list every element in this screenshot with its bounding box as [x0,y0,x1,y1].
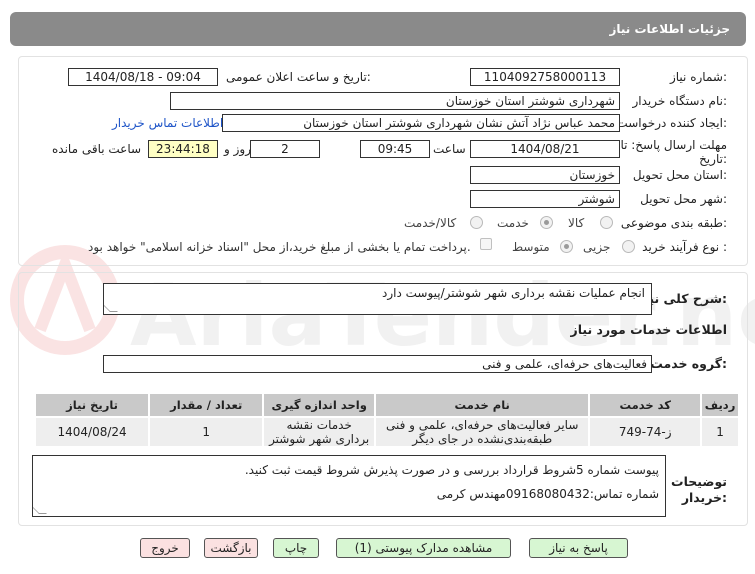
buyer-org-label: نام دستگاه خریدار: [632,94,728,108]
treasury-checkbox[interactable] [480,238,492,250]
province-field: خوزستان [470,166,620,184]
col-row-header: ردیف [700,392,740,418]
table-row: 1 ز-74-749 سایر فعالیت‌های حرفه‌ای، علمی… [33,416,740,448]
deadline-label: مهلت ارسال پاسخ: تا [620,138,727,152]
radio-goods-service-label: کالا/خدمت [404,216,457,230]
buyer-notes-field: پیوست شماره 5شروط قرارداد بررسی و در صور… [32,455,666,517]
remaining-time-field: 23:44:18 [148,140,218,158]
announce-field: 1404/08/18 - 09:04 [68,68,218,86]
services-table: ردیف کد خدمت نام خدمت واحد اندازه گیری ت… [33,392,740,448]
description-field: انجام عملیات نقشه برداری شهر شوشتر/پیوست… [103,283,652,315]
cell-row: 1 [700,416,740,448]
service-group-label: گروه خدمت: [650,356,727,371]
exit-button[interactable]: خروج [140,538,190,558]
view-attachments-button[interactable]: مشاهده مدارک پیوستی (1) [336,538,511,558]
buyer-org-field: شهرداری شوشتر استان خوزستان [170,92,620,110]
time-label: ساعت [433,142,466,156]
buyer-notes-label-2: خریدار: [681,490,727,505]
col-unit-header: واحد اندازه گیری [262,392,377,418]
cell-date: 1404/08/24 [33,416,151,448]
radio-medium[interactable] [560,240,573,253]
radio-goods-label: کالا [568,216,585,230]
province-label: استان محل تحویل: [632,168,727,182]
city-field: شوشتر [470,190,620,208]
col-code-header: کد خدمت [588,392,703,418]
cell-unit: خدمات نقشه برداری شهر شوشتر [262,416,377,448]
radio-minor[interactable] [622,240,635,253]
days-label: روز و [224,142,251,156]
cell-qty: 1 [148,416,265,448]
deadline-date-field: 1404/08/21 [470,140,620,158]
buyer-notes-line1: پیوست شماره 5شروط قرارداد بررسی و در صور… [244,463,659,477]
col-date-header: تاریخ نیاز [33,392,151,418]
page-title: جزئیات اطلاعات نیاز [609,22,730,36]
reply-button[interactable]: پاسخ به نیاز [529,538,628,558]
radio-service[interactable] [540,216,553,229]
process-label: نوع فرآیند خرید : [642,240,727,254]
page-title-bar: جزئیات اطلاعات نیاز [10,12,746,46]
creator-field: محمد عباس نژاد آتش نشان شهرداری شوشتر اس… [222,114,620,132]
deadline-time-field: 09:45 [360,140,430,158]
back-button[interactable]: بازگشت [204,538,258,558]
resize-grip-icon[interactable] [104,304,118,312]
radio-medium-label: متوسط [512,240,550,254]
radio-minor-label: جزیی [583,240,611,254]
remaining-label: ساعت باقی مانده [52,142,142,156]
radio-goods[interactable] [600,216,613,229]
print-button[interactable]: چاپ [273,538,319,558]
table-header-row: ردیف کد خدمت نام خدمت واحد اندازه گیری ت… [33,392,740,418]
creator-label: ایجاد کننده درخواست: [616,116,727,130]
need-number-field: 1104092758000113 [470,68,620,86]
col-qty-header: تعداد / مقدار [148,392,265,418]
buyer-contact-link[interactable]: اطلاعات تماس خریدار [112,116,223,130]
city-label: شهر محل تحویل: [640,192,727,206]
col-name-header: نام خدمت [374,392,591,418]
description-text: انجام عملیات نقشه برداری شهر شوشتر/پیوست… [381,286,645,300]
cell-code: ز-74-749 [588,416,703,448]
cell-name: سایر فعالیت‌های حرفه‌ای، علمی و فنی طبقه… [374,416,591,448]
services-heading: اطلاعات خدمات مورد نیاز [570,322,728,337]
details-panel [18,56,748,266]
deadline-label-2: تاریخ: [699,152,727,166]
resize-grip-icon[interactable] [33,506,47,514]
buyer-notes-line2: شماره تماس:09168080432مهندس کرمی [436,487,659,501]
radio-service-label: خدمت [497,216,529,230]
need-number-label: شماره نیاز: [669,70,727,84]
service-group-field: فعالیت‌های حرفه‌ای، علمی و فنی [103,355,652,373]
announce-label: تاریخ و ساعت اعلان عمومی: [226,70,371,84]
radio-goods-service[interactable] [470,216,483,229]
category-label: طبقه بندی موضوعی: [620,216,727,230]
buyer-notes-label: توضیحات [671,474,727,489]
days-field: 2 [250,140,320,158]
payment-note: پرداخت تمام یا بخشی از مبلغ خرید،از محل … [88,240,471,254]
